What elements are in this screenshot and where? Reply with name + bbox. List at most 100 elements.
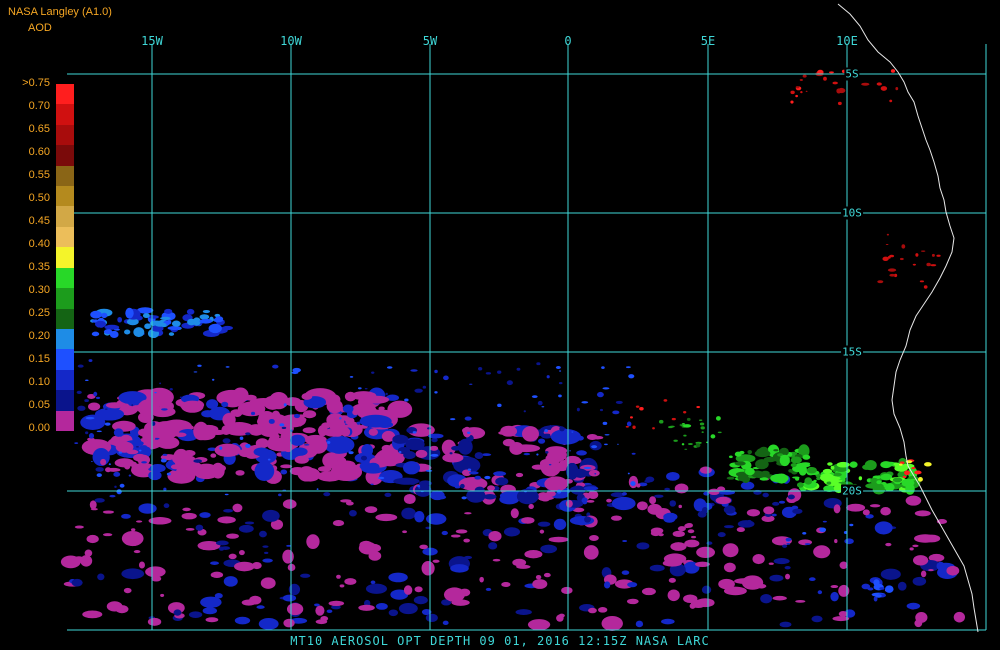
aerosol-pixel-cluster xyxy=(199,512,211,518)
aerosol-pixel-cluster xyxy=(193,371,198,373)
aerosol-pixel-cluster xyxy=(829,71,834,74)
aerosol-pixel-cluster xyxy=(85,379,89,382)
aerosol-pixel-cluster xyxy=(889,99,893,103)
aerosol-pixel-cluster xyxy=(469,471,479,475)
aerosol-pixel-cluster xyxy=(488,542,498,550)
aerosol-pixel-cluster xyxy=(415,449,428,458)
aerosol-pixel-cluster xyxy=(849,523,854,527)
aerosol-pixel-cluster xyxy=(119,483,125,488)
aerosol-pixel-cluster xyxy=(279,423,285,427)
aerosol-pixel-cluster xyxy=(259,530,267,538)
aerosol-pixel-cluster xyxy=(635,405,640,408)
aerosol-pixel-cluster xyxy=(94,498,105,503)
aerosol-pixel-cluster xyxy=(105,402,124,409)
aerosol-pixel-cluster xyxy=(492,558,501,562)
aerosol-pixel-cluster xyxy=(858,476,863,481)
aerosol-pixel-cluster xyxy=(559,370,562,372)
aerosol-pixel-cluster xyxy=(464,512,472,515)
aerosol-pixel-cluster xyxy=(166,472,171,476)
aerosol-pixel-cluster xyxy=(674,483,689,494)
aerosol-pixel-cluster xyxy=(820,473,834,482)
legend-swatch xyxy=(56,206,74,228)
aerosol-pixel-cluster xyxy=(699,466,712,474)
aerosol-pixel-cluster xyxy=(301,392,313,400)
aerosol-pixel-cluster xyxy=(179,396,183,399)
aerosol-pixel-cluster xyxy=(701,585,712,594)
aerosol-pixel-cluster xyxy=(245,443,251,448)
longitude-label: 10E xyxy=(836,34,858,48)
aerosol-pixel-cluster xyxy=(919,280,925,283)
aerosol-pixel-cluster xyxy=(252,562,262,570)
aerosol-pixel-cluster xyxy=(684,539,700,548)
aerosol-pixel-cluster xyxy=(185,528,195,531)
aerosol-pixel-cluster xyxy=(417,484,421,488)
aerosol-pixel-cluster xyxy=(339,417,342,420)
aerosol-pixel-cluster xyxy=(488,531,502,542)
aerosol-pixel-cluster xyxy=(905,495,922,506)
aerosol-pixel-cluster xyxy=(510,508,519,519)
aerosol-pixel-cluster xyxy=(401,507,416,520)
aerosol-pixel-cluster xyxy=(479,576,484,583)
aerosol-pixel-cluster xyxy=(772,501,780,506)
aerosol-pixel-cluster xyxy=(778,500,786,504)
aerosol-pixel-cluster xyxy=(874,521,893,535)
aerosol-pixel-cluster xyxy=(543,572,551,578)
latitude-label: 5S xyxy=(844,67,860,81)
aerosol-pixel-cluster xyxy=(924,462,932,467)
aerosol-pixel-cluster xyxy=(687,529,695,534)
aerosol-pixel-cluster xyxy=(558,613,565,618)
aerosol-pixel-cluster xyxy=(426,513,447,525)
aerosol-pixel-cluster xyxy=(682,424,692,428)
aerosol-pixel-cluster xyxy=(210,571,224,578)
aerosol-pixel-cluster xyxy=(819,527,827,533)
aerosol-pixel-cluster xyxy=(193,459,203,463)
aerosol-pixel-cluster xyxy=(953,611,966,623)
aerosol-pixel-cluster xyxy=(790,100,794,104)
aerosol-pixel-cluster xyxy=(375,513,398,522)
aerosol-pixel-cluster xyxy=(109,494,116,498)
aerosol-pixel-cluster xyxy=(195,524,204,531)
aerosol-pixel-cluster xyxy=(669,425,675,428)
aerosol-pixel-cluster xyxy=(114,485,117,489)
aerosol-pixel-cluster xyxy=(351,391,377,401)
aerosol-pixel-cluster xyxy=(914,619,923,628)
aerosol-pixel-cluster xyxy=(802,74,807,78)
aerosol-pixel-cluster xyxy=(837,87,846,94)
aerosol-pixel-cluster xyxy=(485,372,492,375)
aerosol-pixel-cluster xyxy=(923,534,941,543)
aerosol-pixel-cluster xyxy=(94,320,107,328)
aerosol-pixel-cluster xyxy=(629,416,633,419)
aerosol-pixel-cluster xyxy=(484,475,491,480)
aerosol-pixel-cluster xyxy=(168,314,173,317)
aerosol-pixel-cluster xyxy=(137,399,157,417)
longitude-label: 10W xyxy=(280,34,302,48)
aerosol-pixel-cluster xyxy=(474,452,484,459)
aerosol-pixel-cluster xyxy=(880,86,888,91)
aerosol-pixel-cluster xyxy=(830,465,835,470)
aerosol-pixel-cluster xyxy=(425,469,433,472)
aerosol-pixel-cluster xyxy=(483,493,497,500)
aerosol-pixel-cluster xyxy=(581,401,589,404)
aerosol-pixel-cluster xyxy=(80,555,93,567)
aerosol-pixel-cluster xyxy=(419,544,428,550)
aerosol-pixel-cluster xyxy=(262,558,273,563)
aerosol-pixel-cluster xyxy=(85,431,89,435)
aod-map xyxy=(60,3,987,633)
aerosol-pixel-cluster xyxy=(540,544,558,554)
aerosol-pixel-cluster xyxy=(104,422,111,426)
aerosol-pixel-cluster xyxy=(330,463,363,482)
aerosol-pixel-cluster xyxy=(545,450,549,454)
aerosol-pixel-cluster xyxy=(387,400,413,418)
aerosol-pixel-cluster xyxy=(160,458,167,463)
aerosol-pixel-cluster xyxy=(410,369,418,372)
aerosol-pixel-cluster xyxy=(502,438,515,447)
aerosol-pixel-cluster xyxy=(286,603,304,616)
aerosol-pixel-cluster xyxy=(167,326,182,331)
aerosol-pixel-cluster xyxy=(588,469,600,477)
aerosol-pixel-cluster xyxy=(622,539,628,542)
aerosol-pixel-cluster xyxy=(535,574,542,580)
aerosol-pixel-cluster xyxy=(522,426,539,442)
aerosol-pixel-cluster xyxy=(125,307,134,319)
aerosol-pixel-cluster xyxy=(300,573,311,578)
aerosol-pixel-cluster xyxy=(909,547,914,551)
